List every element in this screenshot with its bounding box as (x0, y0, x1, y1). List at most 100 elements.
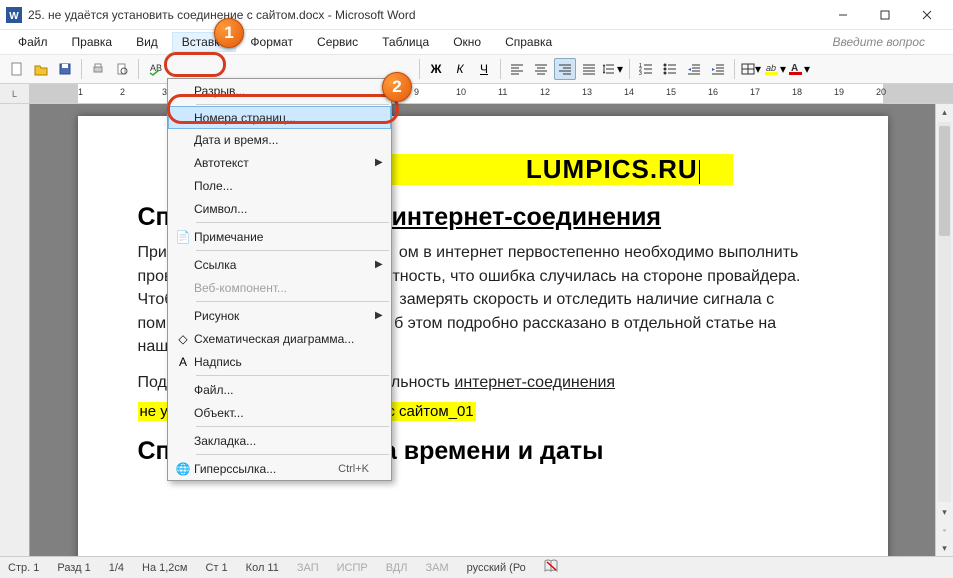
document-area[interactable]: XXXXXXXXXXXXXXXXLUMPICS.RU Спа интернет-… (30, 104, 935, 556)
decrease-indent-button[interactable] (683, 58, 705, 80)
menu-item-label: Ссылка (194, 258, 369, 272)
menu-item-icon: ◇ (172, 332, 194, 346)
submenu-arrow-icon: ▶ (375, 310, 387, 321)
minimize-button[interactable] (823, 1, 863, 29)
word-app-icon: W (6, 7, 22, 23)
status-section: Разд 1 (57, 562, 90, 574)
menu-item-надпись[interactable]: AНадпись (168, 350, 391, 373)
statusbar: Стр. 1 Разд 1 1/4 На 1,2см Ст 1 Кол 11 З… (0, 556, 953, 578)
menu-item-символ[interactable]: Символ... (168, 197, 391, 220)
highlight-color-button[interactable]: ab▾ (764, 58, 786, 80)
status-vdl: ВДЛ (386, 562, 408, 574)
next-page-button[interactable]: ▾ (936, 540, 953, 556)
italic-button[interactable]: К (449, 58, 471, 80)
menu-item-shortcut: Ctrl+K (338, 463, 375, 475)
line-spacing-button[interactable]: ▾ (602, 58, 624, 80)
ask-question-box[interactable]: Введите вопрос (833, 35, 945, 49)
menu-item-label: Разрыв... (194, 84, 369, 98)
menu-item-рисунок[interactable]: Рисунок▶ (168, 304, 391, 327)
menu-separator (196, 301, 389, 302)
scroll-down-button[interactable]: ▾ (936, 504, 953, 520)
submenu-arrow-icon: ▶ (375, 259, 387, 270)
menu-format[interactable]: Формат (240, 32, 303, 52)
open-button[interactable] (30, 58, 52, 80)
scroll-thumb[interactable] (939, 126, 950, 236)
menu-item-схематическаядиаграмма[interactable]: ◇Схематическая диаграмма... (168, 327, 391, 350)
menu-item-label: Автотекст (194, 156, 369, 170)
menu-view[interactable]: Вид (126, 32, 168, 52)
align-left-button[interactable] (506, 58, 528, 80)
close-button[interactable] (907, 1, 947, 29)
menu-item-номерастраниц[interactable]: Номера страниц... (168, 106, 391, 129)
toolbar: AB Ж К Ч ▾ 123 ▾ ab▾ A▾ (0, 54, 953, 84)
status-zam: ЗАМ (425, 562, 448, 574)
font-color-button[interactable]: A▾ (788, 58, 810, 80)
v-ruler[interactable] (0, 104, 30, 556)
menu-item-веб-компонент[interactable]: Веб-компонент... (168, 276, 391, 299)
spell-button[interactable]: AB (144, 58, 166, 80)
svg-text:3: 3 (639, 71, 642, 75)
status-book-icon[interactable] (544, 559, 560, 576)
ruler: L document.write(Array.from({length:20},… (0, 84, 953, 104)
underline-button[interactable]: Ч (473, 58, 495, 80)
step-badge-1: 1 (214, 18, 244, 48)
scroll-up-button[interactable]: ▴ (936, 104, 953, 120)
menu-item-ссылка[interactable]: Ссылка ▶ (168, 253, 391, 276)
menu-item-закладка[interactable]: Закладка... (168, 429, 391, 452)
menu-file[interactable]: Файл (8, 32, 58, 52)
preview-button[interactable] (111, 58, 133, 80)
menu-item-объект[interactable]: Объект... (168, 401, 391, 424)
menu-tools[interactable]: Сервис (307, 32, 368, 52)
menu-separator (196, 375, 389, 376)
align-right-button[interactable] (554, 58, 576, 80)
menu-item-label: Символ... (194, 202, 369, 216)
menu-item-поле[interactable]: Поле... (168, 174, 391, 197)
vertical-scrollbar[interactable]: ▴ ▾ ◦ ▾ (935, 104, 953, 556)
menu-item-автотекст[interactable]: Автотекст ▶ (168, 151, 391, 174)
step-badge-2: 2 (382, 72, 412, 102)
menu-item-примечание[interactable]: 📄Примечание (168, 225, 391, 248)
menu-item-файл[interactable]: Файл... (168, 378, 391, 401)
menu-separator (196, 426, 389, 427)
numbered-list-button[interactable]: 123 (635, 58, 657, 80)
menu-item-label: Примечание (194, 230, 369, 244)
menu-edit[interactable]: Правка (62, 32, 123, 52)
status-lang: русский (Ро (467, 562, 526, 574)
menu-separator (196, 222, 389, 223)
bold-button[interactable]: Ж (425, 58, 447, 80)
align-center-button[interactable] (530, 58, 552, 80)
menu-window[interactable]: Окно (443, 32, 491, 52)
print-button[interactable] (87, 58, 109, 80)
new-doc-button[interactable] (6, 58, 28, 80)
status-ispr: ИСПР (337, 562, 368, 574)
svg-text:W: W (9, 11, 19, 22)
ruler-corner: L (0, 84, 30, 103)
status-line: Ст 1 (206, 562, 228, 574)
menu-item-icon: A (172, 355, 194, 369)
menu-table[interactable]: Таблица (372, 32, 439, 52)
prev-page-button[interactable]: ◦ (936, 522, 953, 538)
align-justify-button[interactable] (578, 58, 600, 80)
increase-indent-button[interactable] (707, 58, 729, 80)
status-page: Стр. 1 (8, 562, 39, 574)
menu-help[interactable]: Справка (495, 32, 562, 52)
menu-item-label: Веб-компонент... (194, 281, 369, 295)
status-at: На 1,2см (142, 562, 187, 574)
menu-separator (196, 250, 389, 251)
maximize-button[interactable] (865, 1, 905, 29)
svg-text:AB: AB (150, 63, 162, 73)
save-button[interactable] (54, 58, 76, 80)
menu-separator (196, 454, 389, 455)
menu-item-label: Надпись (194, 355, 369, 369)
menu-item-гиперссылка[interactable]: 🌐Гиперссылка...Ctrl+K (168, 457, 391, 480)
window-title: 25. не удаётся установить соединение с с… (28, 8, 823, 22)
menu-item-label: Гиперссылка... (194, 462, 338, 476)
menu-item-датаивремя[interactable]: Дата и время... (168, 128, 391, 151)
borders-button[interactable]: ▾ (740, 58, 762, 80)
menu-item-label: Схематическая диаграмма... (194, 332, 369, 346)
submenu-arrow-icon: ▶ (375, 157, 387, 168)
menu-item-разрыв[interactable]: Разрыв... (168, 79, 391, 102)
menu-item-icon: 📄 (172, 230, 194, 244)
titlebar: W 25. не удаётся установить соединение с… (0, 0, 953, 30)
bullet-list-button[interactable] (659, 58, 681, 80)
